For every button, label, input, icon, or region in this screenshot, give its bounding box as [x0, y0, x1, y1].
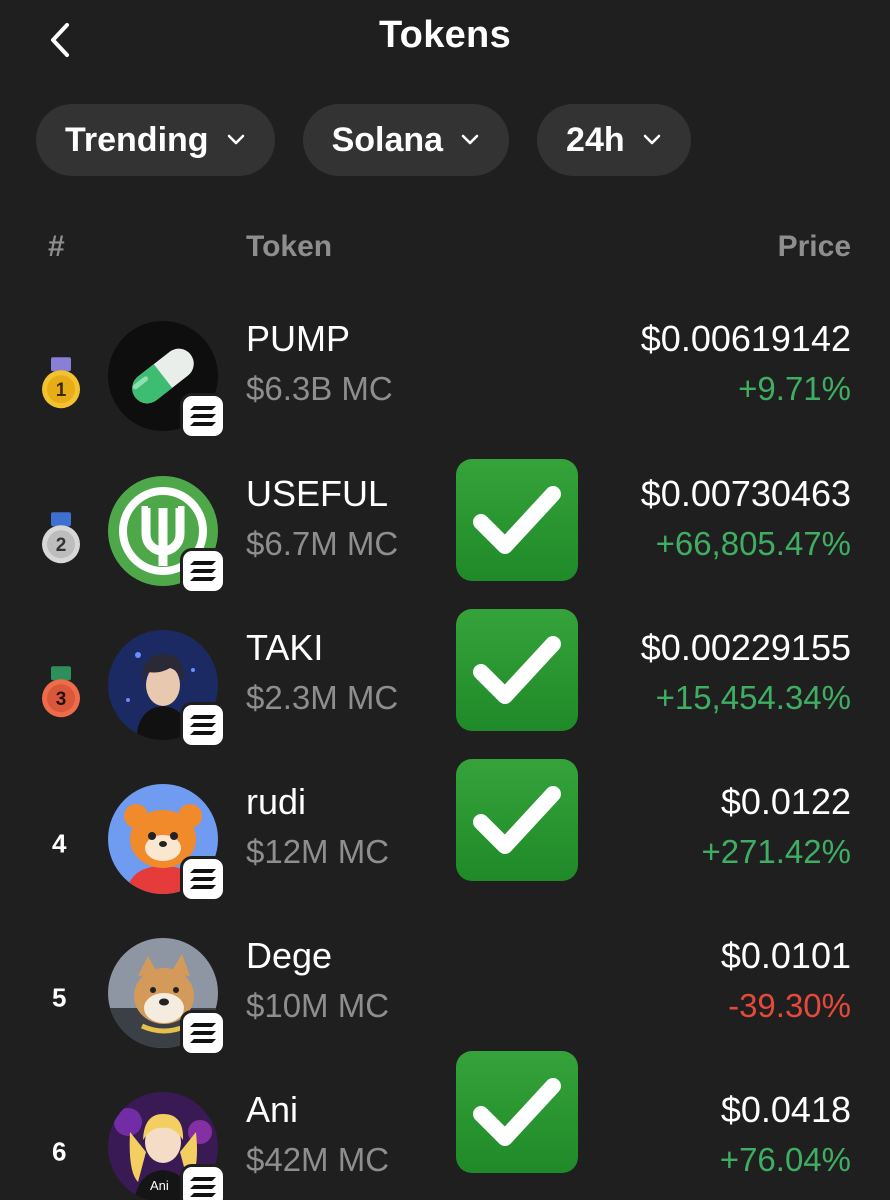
sort-filter-dropdown[interactable]: Trending	[36, 104, 275, 176]
token-column-header: Token	[246, 230, 333, 263]
check-mark-icon	[456, 759, 578, 881]
token-price: $0.0418	[720, 1089, 851, 1130]
token-name: Ani	[246, 1089, 299, 1130]
token-market-cap: $10M MC	[246, 987, 390, 1024]
token-row[interactable]: 5 Dege $10M MC $0.0101 -39.30%	[0, 921, 890, 1075]
chain-filter-label: Solana	[331, 120, 444, 159]
token-row[interactable]: 2 USEFUL $6.7M MC $0.00730463 +66,805.47…	[0, 459, 890, 613]
token-change: +271.42%	[701, 833, 851, 870]
token-row[interactable]: 1 PUMP $6.3B MC $0.00619142 +9.71%	[0, 304, 890, 458]
timeframe-filter-label: 24h	[566, 120, 625, 159]
token-row[interactable]: 6 Ani Ani $42M MC $0.0418 +76.04%	[0, 1051, 890, 1200]
token-market-cap: $2.3M MC	[246, 679, 399, 716]
token-name: PUMP	[246, 318, 351, 359]
chevron-down-icon	[643, 134, 661, 146]
token-price: $0.00229155	[640, 627, 851, 668]
silver-medal-icon: 2	[42, 512, 80, 564]
token-change: -39.30%	[728, 987, 851, 1024]
token-market-cap: $6.7M MC	[246, 525, 399, 562]
token-avatar	[108, 784, 226, 902]
token-name: Dege	[246, 935, 333, 976]
token-change: +15,454.34%	[655, 679, 851, 716]
avatar-caption: Ani	[150, 1178, 169, 1193]
chevron-down-icon	[461, 134, 479, 146]
token-change: +9.71%	[738, 370, 851, 407]
solana-icon	[180, 702, 226, 748]
token-change: +76.04%	[719, 1141, 851, 1178]
bronze-medal-icon: 3	[42, 666, 80, 718]
rank-number: 5	[52, 982, 67, 1013]
rank-column-header: #	[48, 230, 65, 263]
token-price: $0.0101	[720, 935, 851, 976]
price-column-header: Price	[777, 230, 851, 263]
token-avatar	[108, 321, 226, 439]
filter-bar: Trending Solana 24h	[36, 104, 691, 176]
check-mark-icon	[456, 609, 578, 731]
rank-number: 6	[52, 1136, 67, 1167]
svg-text:3: 3	[56, 689, 67, 710]
token-price: $0.0122	[720, 781, 851, 822]
page-title: Tokens	[378, 14, 512, 56]
tokens-screen: Tokens Trending Solana 24h # Token Price…	[0, 0, 890, 1200]
token-change: +66,805.47%	[655, 525, 851, 562]
rank-number: 4	[52, 828, 67, 859]
solana-icon	[180, 548, 226, 594]
token-price: $0.00619142	[640, 318, 851, 359]
token-name: TAKI	[246, 627, 324, 668]
token-name: rudi	[246, 781, 307, 822]
token-avatar	[108, 630, 226, 748]
token-name: USEFUL	[246, 473, 389, 514]
token-avatar	[108, 938, 226, 1056]
token-market-cap: $6.3B MC	[246, 370, 393, 407]
solana-icon	[180, 1010, 226, 1056]
sort-filter-label: Trending	[65, 120, 209, 159]
solana-icon	[180, 856, 226, 902]
chevron-down-icon	[227, 134, 245, 146]
check-mark-icon	[456, 1051, 578, 1173]
token-row[interactable]: 3 TAKI $2.3M MC $0.00229155 +15,454.34%	[0, 609, 890, 767]
solana-icon	[180, 393, 226, 439]
gold-medal-icon: 1	[42, 357, 80, 409]
token-market-cap: $12M MC	[246, 833, 390, 870]
svg-text:1: 1	[56, 380, 67, 401]
solana-icon	[180, 1164, 226, 1200]
token-avatar	[108, 476, 226, 594]
svg-text:2: 2	[56, 535, 67, 556]
token-price: $0.00730463	[640, 473, 851, 514]
token-row[interactable]: 4 rudi $12M MC $0.0122 +271.42%	[0, 759, 890, 921]
timeframe-filter-dropdown[interactable]: 24h	[537, 104, 691, 176]
token-avatar: Ani	[108, 1092, 226, 1200]
token-market-cap: $42M MC	[246, 1141, 390, 1178]
chain-filter-dropdown[interactable]: Solana	[302, 104, 510, 176]
check-mark-icon	[456, 459, 578, 581]
